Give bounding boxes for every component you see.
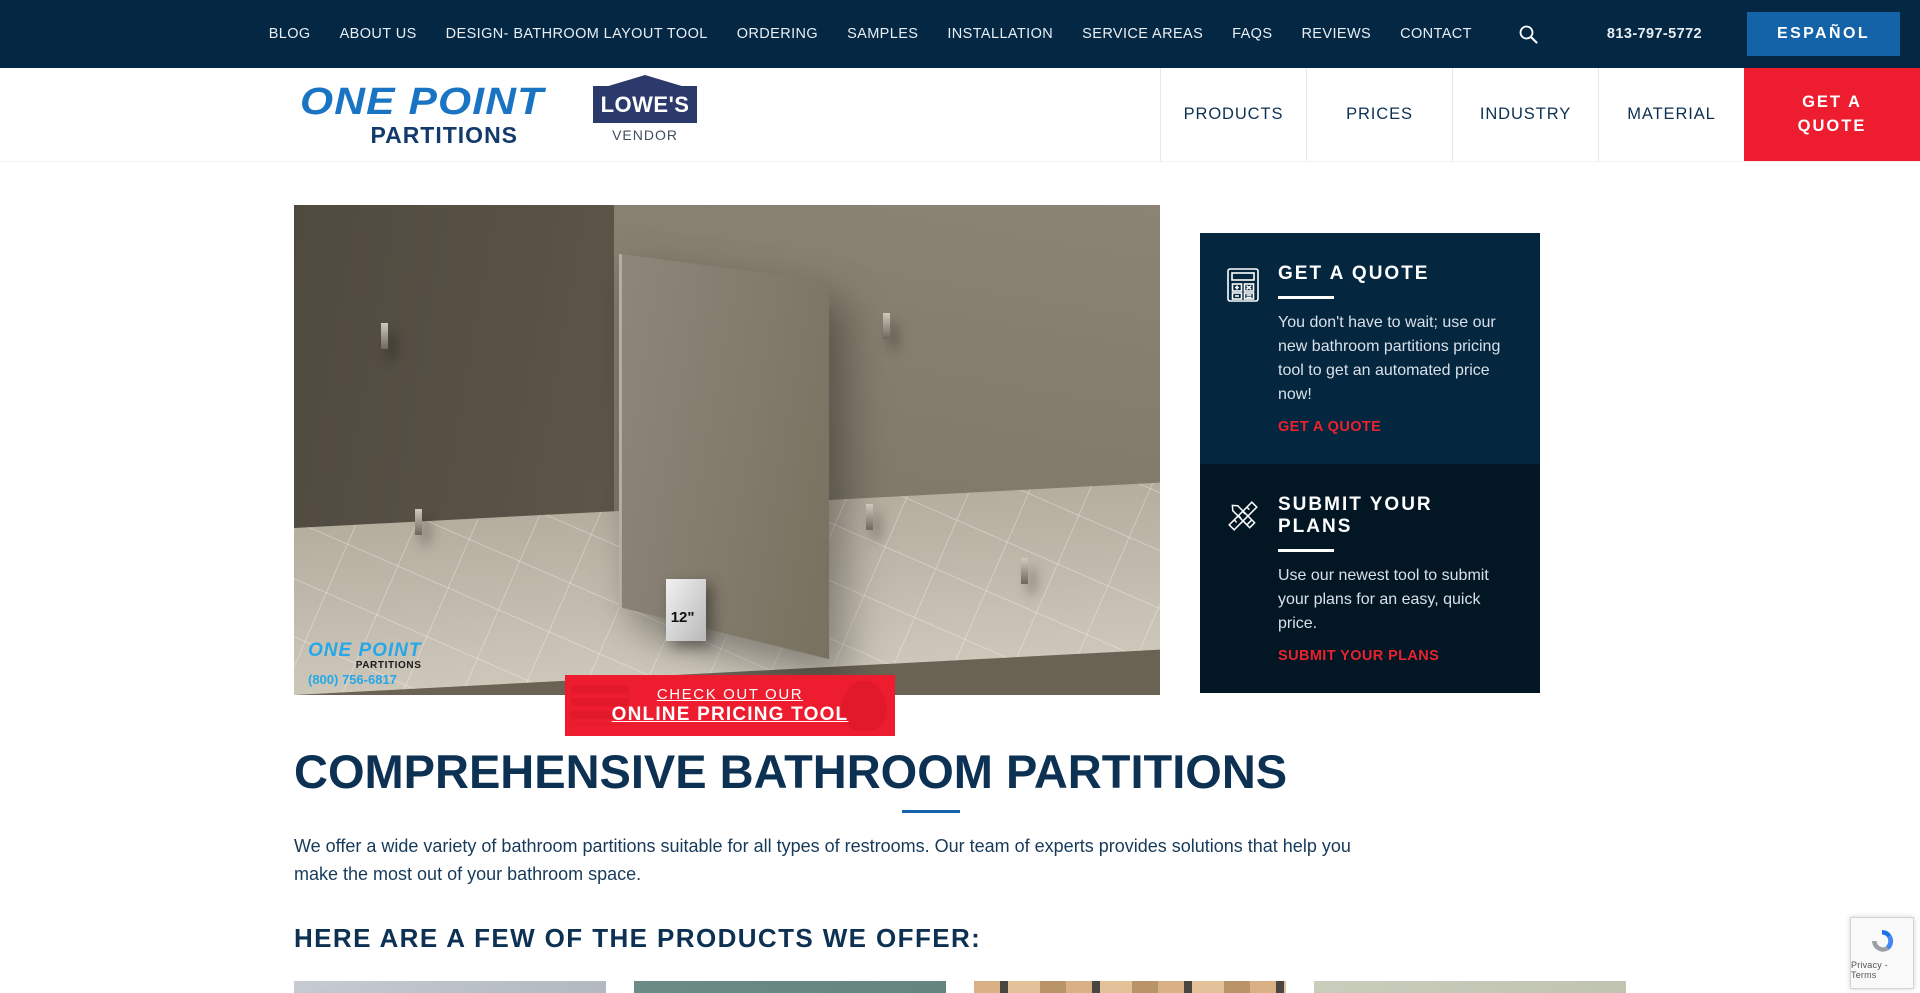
espanol-button[interactable]: ESPAÑOL <box>1747 12 1900 56</box>
top-navigation: BLOG ABOUT US DESIGN- BATHROOM LAYOUT TO… <box>269 12 1900 56</box>
render-bolt-2 <box>415 508 423 535</box>
lowes-vendor-caption: VENDOR <box>612 127 678 143</box>
hero-video-player[interactable]: 12" ONE POINT PARTITIONS (800) 756-6817 <box>294 205 1160 695</box>
card-divider <box>1278 549 1334 552</box>
submit-your-plans-card-link[interactable]: SUBMIT YOUR PLANS <box>1278 648 1439 664</box>
nav-item-products[interactable]: PRODUCTS <box>1160 68 1306 161</box>
product-card-4[interactable] <box>1314 981 1626 993</box>
hero-side-cards: GET A QUOTE You don't have to wait; use … <box>1200 233 1540 693</box>
recaptcha-badge[interactable]: Privacy - Terms <box>1850 917 1914 989</box>
top-utility-bar: BLOG ABOUT US DESIGN- BATHROOM LAYOUT TO… <box>0 0 1920 68</box>
submit-your-plans-card-text: SUBMIT YOUR PLANS Use our newest tool to… <box>1278 494 1508 665</box>
pencil-ruler-icon <box>1226 494 1260 665</box>
get-a-quote-button[interactable]: GET A QUOTE <box>1744 68 1920 161</box>
brand-zone: ONE POINT PARTITIONS LOWE'S VENDOR <box>0 68 1160 161</box>
topnav-item-contact[interactable]: CONTACT <box>1400 26 1472 42</box>
render-bolt-5 <box>1021 557 1029 584</box>
pricing-banner-line-2: ONLINE PRICING TOOL <box>611 703 849 725</box>
product-card-3[interactable] <box>974 981 1286 993</box>
pricing-banner-line-1: CHECK OUT OUR <box>656 685 804 703</box>
hero-section: 12" ONE POINT PARTITIONS (800) 756-6817 … <box>0 161 1920 736</box>
logo-line-2: PARTITIONS <box>370 121 519 148</box>
title-divider <box>902 810 960 814</box>
product-card-1[interactable] <box>294 981 606 993</box>
topnav-item-faqs[interactable]: FAQS <box>1232 26 1272 42</box>
topnav-item-about-us[interactable]: ABOUT US <box>340 26 417 42</box>
online-pricing-tool-banner[interactable]: CHECK OUT OUR ONLINE PRICING TOOL <box>565 675 895 736</box>
lowes-vendor-badge: LOWE'S VENDOR <box>593 86 698 143</box>
products-subtitle: HERE ARE A FEW OF THE PRODUCTS WE OFFER: <box>294 923 982 954</box>
get-a-quote-card-text: GET A QUOTE You don't have to wait; use … <box>1278 263 1508 436</box>
page-title: COMPREHENSIVE BATHROOM PARTITIONS <box>294 745 1288 798</box>
logo-line-1: ONE POINT <box>300 80 545 123</box>
submit-your-plans-card-body: Use our newest tool to submit your plans… <box>1278 567 1489 632</box>
get-a-quote-card-body: You don't have to wait; use our new bath… <box>1278 314 1501 403</box>
topnav-item-blog[interactable]: BLOG <box>269 26 311 42</box>
get-a-quote-card[interactable]: GET A QUOTE You don't have to wait; use … <box>1200 233 1540 464</box>
partition-3d-render: 12" <box>294 205 1160 695</box>
site-header: ONE POINT PARTITIONS LOWE'S VENDOR PRODU… <box>0 68 1920 161</box>
one-point-partitions-logo[interactable]: ONE POINT PARTITIONS <box>300 83 543 148</box>
recaptcha-privacy-terms[interactable]: Privacy - Terms <box>1851 960 1913 980</box>
card-divider <box>1278 296 1334 299</box>
render-bolt-3 <box>882 312 890 339</box>
topnav-item-ordering[interactable]: ORDERING <box>737 26 818 42</box>
recaptcha-icon <box>1872 930 1894 952</box>
render-bolt-4 <box>865 503 873 530</box>
nav-item-industry[interactable]: INDUSTRY <box>1452 68 1598 161</box>
get-a-quote-line-2: QUOTE <box>1797 116 1867 135</box>
topnav-item-installation[interactable]: INSTALLATION <box>947 26 1053 42</box>
product-grid <box>294 981 1626 993</box>
submit-your-plans-card-title: SUBMIT YOUR PLANS <box>1278 494 1433 537</box>
get-a-quote-card-link[interactable]: GET A QUOTE <box>1278 419 1381 435</box>
nav-item-material[interactable]: MATERIAL <box>1598 68 1744 161</box>
submit-your-plans-card[interactable]: SUBMIT YOUR PLANS Use our newest tool to… <box>1200 464 1540 693</box>
get-a-quote-line-1: GET A <box>1802 92 1862 111</box>
topnav-item-design-bathroom-layout-tool[interactable]: DESIGN- BATHROOM LAYOUT TOOL <box>446 26 708 42</box>
measurement-label: 12" <box>670 609 695 627</box>
topnav-item-samples[interactable]: SAMPLES <box>847 26 918 42</box>
nav-item-prices[interactable]: PRICES <box>1306 68 1452 161</box>
render-partition-panel <box>618 254 829 659</box>
main-navigation: PRODUCTS PRICES INDUSTRY MATERIAL GET A … <box>1160 68 1920 161</box>
get-a-quote-card-title: GET A QUOTE <box>1278 263 1430 284</box>
search-icon[interactable] <box>1518 24 1538 44</box>
phone-number-link[interactable]: 813-797-5772 <box>1607 26 1702 42</box>
product-card-2[interactable] <box>634 981 946 993</box>
main-content: COMPREHENSIVE BATHROOM PARTITIONS We off… <box>294 695 1626 993</box>
topnav-item-reviews[interactable]: REVIEWS <box>1301 26 1371 42</box>
intro-paragraph: We offer a wide variety of bathroom part… <box>294 836 1351 885</box>
topnav-item-service-areas[interactable]: SERVICE AREAS <box>1082 26 1203 42</box>
calculator-icon <box>1226 263 1260 436</box>
lowes-wordmark: LOWE'S <box>593 86 698 123</box>
render-bolt-1 <box>380 322 388 349</box>
